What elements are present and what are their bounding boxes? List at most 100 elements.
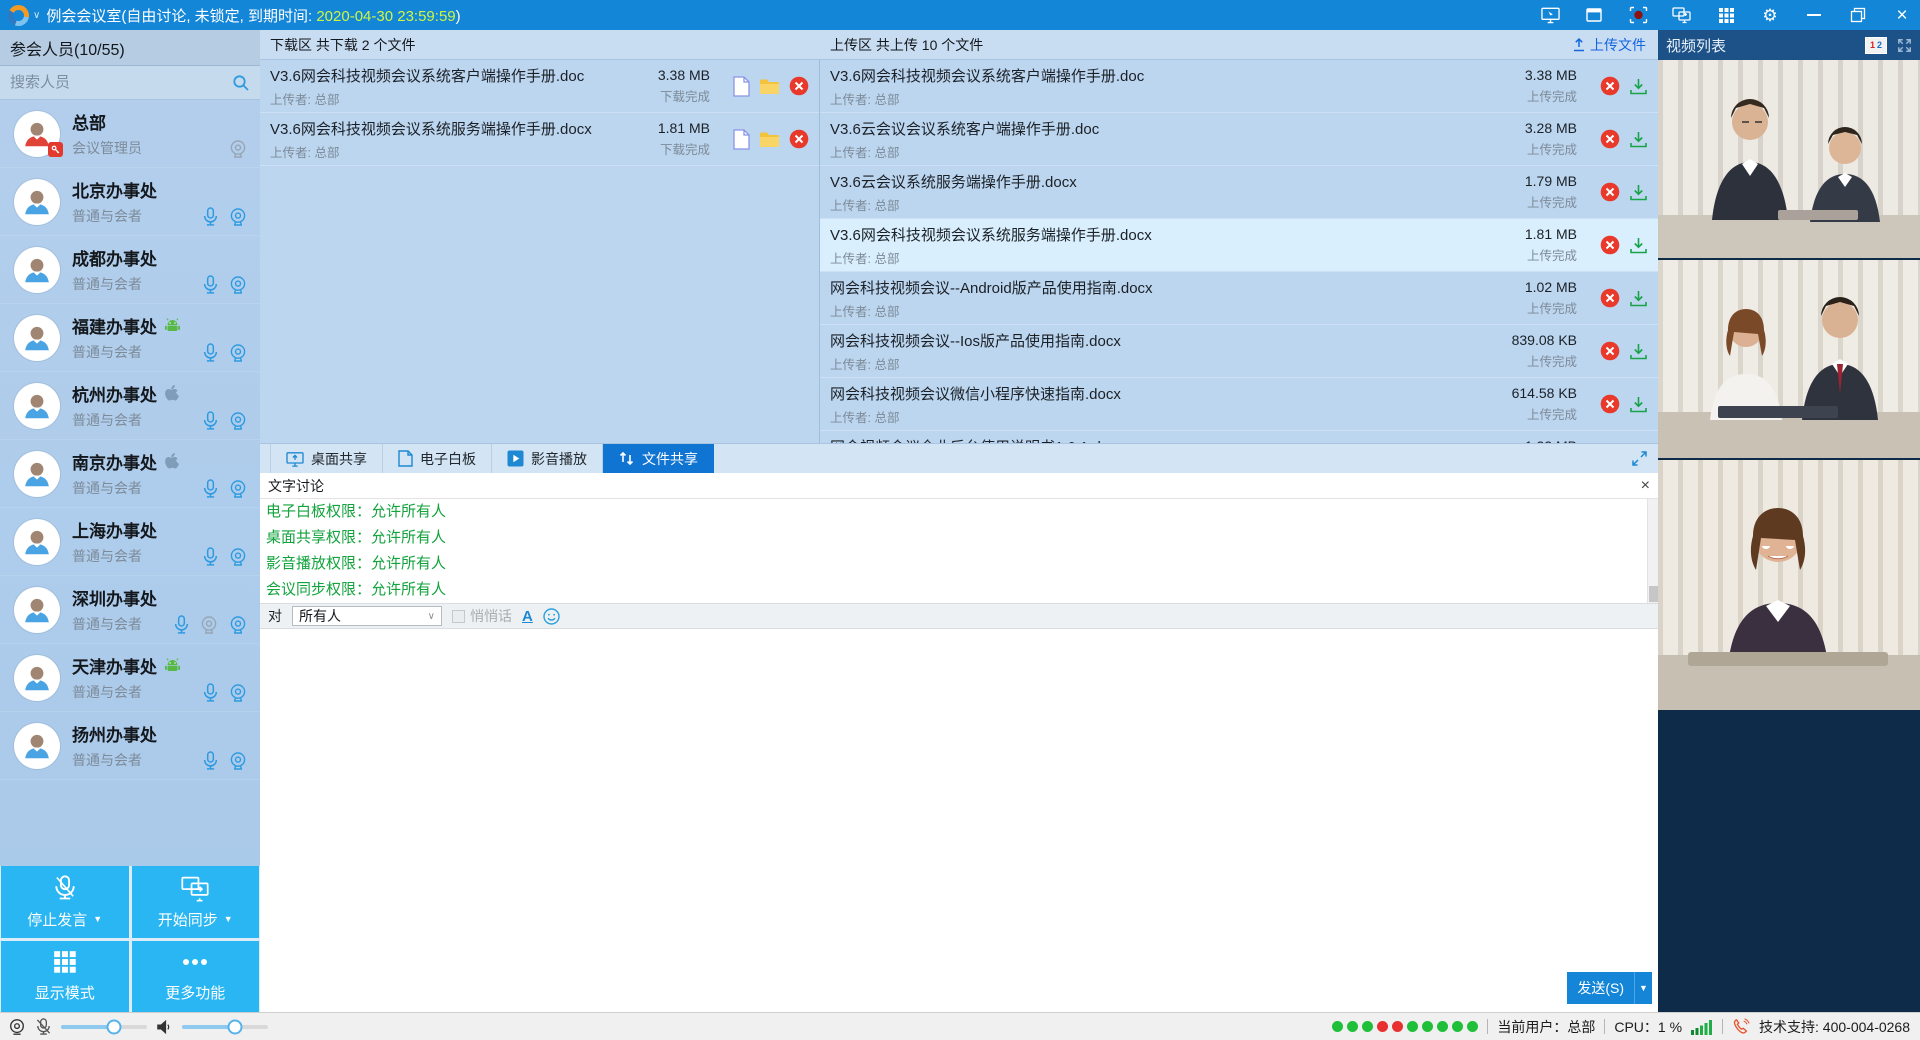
open-file-icon[interactable] <box>733 76 750 97</box>
caret-down-icon[interactable]: ▼ <box>93 914 102 924</box>
upload-file-row[interactable]: V3.6网会科技视频会议系统服务端操作手册.docx 上传者: 总部 1.81 … <box>820 219 1658 272</box>
tab-desktop-share[interactable]: 桌面共享 <box>270 444 383 473</box>
download-icon[interactable] <box>1629 342 1648 361</box>
camera-icon[interactable] <box>228 683 248 703</box>
webcam-status-icon[interactable] <box>8 1018 26 1036</box>
slider-knob[interactable] <box>228 1019 243 1034</box>
tab-whiteboard[interactable]: 电子白板 <box>383 444 492 473</box>
search-icon[interactable] <box>232 74 250 92</box>
delete-icon[interactable] <box>789 76 809 96</box>
start-sync-button[interactable]: 开始同步▼ <box>132 866 260 938</box>
close-button[interactable]: × <box>1892 5 1912 25</box>
screen-share-icon[interactable] <box>1540 5 1560 25</box>
download-file-row[interactable]: V3.6网会科技视频会议系统客户端操作手册.doc 上传者: 总部 3.38 M… <box>260 60 819 113</box>
mic-muted-icon[interactable] <box>35 1018 52 1036</box>
camera-icon[interactable] <box>228 275 248 295</box>
camera-disabled-icon[interactable] <box>199 615 219 635</box>
upload-file-row[interactable]: V3.6云会议会议系统客户端操作手册.doc 上传者: 总部 3.28 MB 上… <box>820 113 1658 166</box>
tab-media-play[interactable]: 影音播放 <box>492 444 603 473</box>
caret-down-icon[interactable]: ▼ <box>224 914 233 924</box>
stop-speaking-button[interactable]: 停止发言▼ <box>1 866 129 938</box>
mic-icon[interactable] <box>202 275 219 295</box>
chat-scrollbar[interactable] <box>1647 499 1658 603</box>
camera-disabled-icon[interactable] <box>228 139 248 159</box>
download-icon[interactable] <box>1629 289 1648 308</box>
download-icon[interactable] <box>1629 77 1648 96</box>
download-icon[interactable] <box>1629 395 1648 414</box>
delete-icon[interactable] <box>1600 76 1620 96</box>
upload-file-row[interactable]: 网会科技视频会议--Ios版产品使用指南.docx 上传者: 总部 839.08… <box>820 325 1658 378</box>
camera-icon[interactable] <box>228 343 248 363</box>
font-icon[interactable]: A <box>522 608 533 625</box>
record-icon[interactable] <box>1628 5 1648 25</box>
mic-icon[interactable] <box>202 411 219 431</box>
checkbox[interactable] <box>452 610 465 623</box>
delete-icon[interactable] <box>789 129 809 149</box>
gear-icon[interactable]: ⚙ <box>1760 5 1780 25</box>
camera-icon[interactable] <box>228 615 248 635</box>
participant-row[interactable]: 总部 会议管理员 <box>0 100 260 168</box>
speaker-icon[interactable] <box>156 1019 173 1035</box>
upload-file-button[interactable]: 上传文件 <box>1572 35 1646 55</box>
mic-icon[interactable] <box>202 547 219 567</box>
scrollbar-thumb[interactable] <box>1649 586 1658 602</box>
expand-icon[interactable] <box>1631 450 1648 467</box>
delete-icon[interactable] <box>1600 129 1620 149</box>
open-file-icon[interactable] <box>733 129 750 150</box>
chevron-down-icon[interactable]: ∨ <box>33 10 40 21</box>
camera-icon[interactable] <box>228 207 248 227</box>
participant-row[interactable]: 上海办事处 普通与会者 <box>0 508 260 576</box>
more-functions-button[interactable]: 更多功能 <box>132 941 260 1013</box>
video-thumbnail[interactable] <box>1658 460 1920 710</box>
video-thumbnail[interactable] <box>1658 60 1920 258</box>
recipient-select[interactable]: 所有人 ∨ <box>292 606 442 626</box>
mic-icon[interactable] <box>173 615 190 635</box>
participant-row[interactable]: 深圳办事处 普通与会者 <box>0 576 260 644</box>
upload-file-row[interactable]: 网会视频会议企业后台使用说明书1.0.1.docx 上传者: 总部 1.23 M… <box>820 431 1658 443</box>
maximize-button[interactable] <box>1848 5 1868 25</box>
camera-icon[interactable] <box>228 411 248 431</box>
message-input[interactable]: 发送(S) ▼ <box>260 629 1658 1012</box>
participant-row[interactable]: 福建办事处 普通与会者 <box>0 304 260 372</box>
upload-file-row[interactable]: 网会科技视频会议微信小程序快速指南.docx 上传者: 总部 614.58 KB… <box>820 378 1658 431</box>
participant-search[interactable] <box>0 66 260 100</box>
participant-row[interactable]: 天津办事处 普通与会者 <box>0 644 260 712</box>
emoji-icon[interactable] <box>543 608 560 625</box>
participant-row[interactable]: 南京办事处 普通与会者 <box>0 440 260 508</box>
fullscreen-icon[interactable] <box>1897 38 1912 53</box>
upload-file-row[interactable]: 网会科技视频会议--Android版产品使用指南.docx 上传者: 总部 1.… <box>820 272 1658 325</box>
delete-icon[interactable] <box>1600 235 1620 255</box>
camera-icon[interactable] <box>228 547 248 567</box>
search-input[interactable] <box>10 74 232 91</box>
download-icon[interactable] <box>1629 183 1648 202</box>
camera-icon[interactable] <box>228 751 248 771</box>
participant-row[interactable]: 杭州办事处 普通与会者 <box>0 372 260 440</box>
delete-icon[interactable] <box>1600 182 1620 202</box>
tab-file-share[interactable]: 文件共享 <box>603 444 714 473</box>
mic-icon[interactable] <box>202 207 219 227</box>
slider-knob[interactable] <box>107 1019 122 1034</box>
video-thumbnail[interactable] <box>1658 260 1920 458</box>
download-icon[interactable] <box>1629 236 1648 255</box>
download-icon[interactable] <box>1629 130 1648 149</box>
open-folder-icon[interactable] <box>759 131 780 148</box>
download-file-row[interactable]: V3.6网会科技视频会议系统服务端操作手册.docx 上传者: 总部 1.81 … <box>260 113 819 166</box>
delete-icon[interactable] <box>1600 341 1620 361</box>
speaker-volume-slider[interactable] <box>182 1025 268 1029</box>
grid-layout-icon[interactable] <box>1716 5 1736 25</box>
send-button[interactable]: 发送(S) ▼ <box>1567 972 1652 1004</box>
upload-file-row[interactable]: V3.6云会议系统服务端操作手册.docx 上传者: 总部 1.79 MB 上传… <box>820 166 1658 219</box>
camera-icon[interactable] <box>228 479 248 499</box>
delete-icon[interactable] <box>1600 394 1620 414</box>
minimize-button[interactable] <box>1804 5 1824 25</box>
whisper-checkbox[interactable]: 悄悄话 <box>452 606 512 626</box>
mic-icon[interactable] <box>202 751 219 771</box>
display-mode-button[interactable]: 显示模式 <box>1 941 129 1013</box>
participant-row[interactable]: 扬州办事处 普通与会者 <box>0 712 260 780</box>
upload-file-row[interactable]: V3.6网会科技视频会议系统客户端操作手册.doc 上传者: 总部 3.38 M… <box>820 60 1658 113</box>
send-options-caret[interactable]: ▼ <box>1634 972 1652 1004</box>
layout-1-2-icon[interactable]: 12 <box>1865 37 1887 54</box>
mic-volume-slider[interactable] <box>61 1025 147 1029</box>
window-mode-icon[interactable] <box>1584 5 1604 25</box>
mic-icon[interactable] <box>202 479 219 499</box>
